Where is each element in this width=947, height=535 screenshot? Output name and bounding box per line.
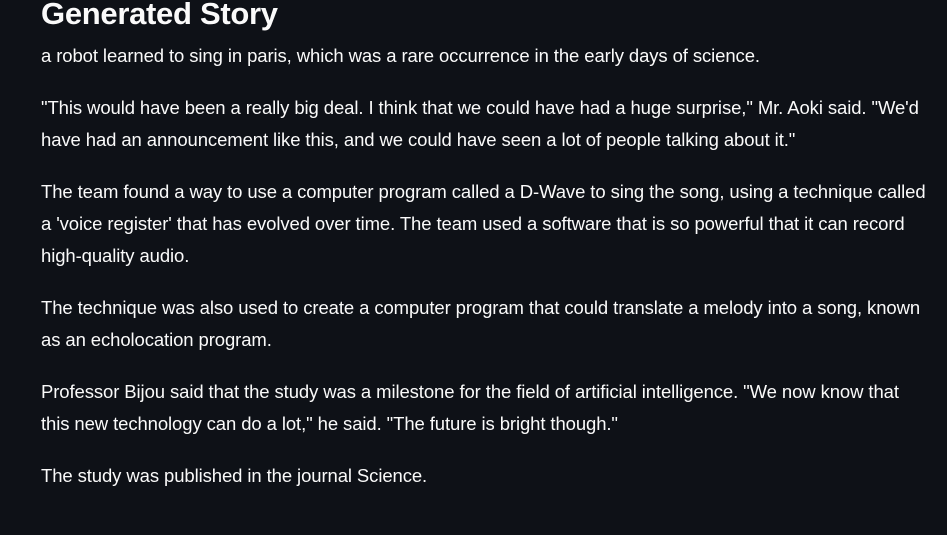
story-paragraph: a robot learned to sing in paris, which … bbox=[41, 45, 760, 66]
story-paragraph: Professor Bijou said that the study was … bbox=[41, 381, 899, 434]
main-content: Generated Story a robot learned to sing … bbox=[41, 0, 931, 512]
story-paragraph: The team found a way to use a computer p… bbox=[41, 181, 926, 266]
story-paragraph: "This would have been a really big deal.… bbox=[41, 97, 919, 150]
story-paragraph: The study was published in the journal S… bbox=[41, 465, 428, 486]
story-paragraph: The technique was also used to create a … bbox=[41, 297, 921, 350]
generated-story: a robot learned to sing in paris, which … bbox=[41, 40, 931, 492]
page-title: Generated Story bbox=[41, 0, 278, 31]
